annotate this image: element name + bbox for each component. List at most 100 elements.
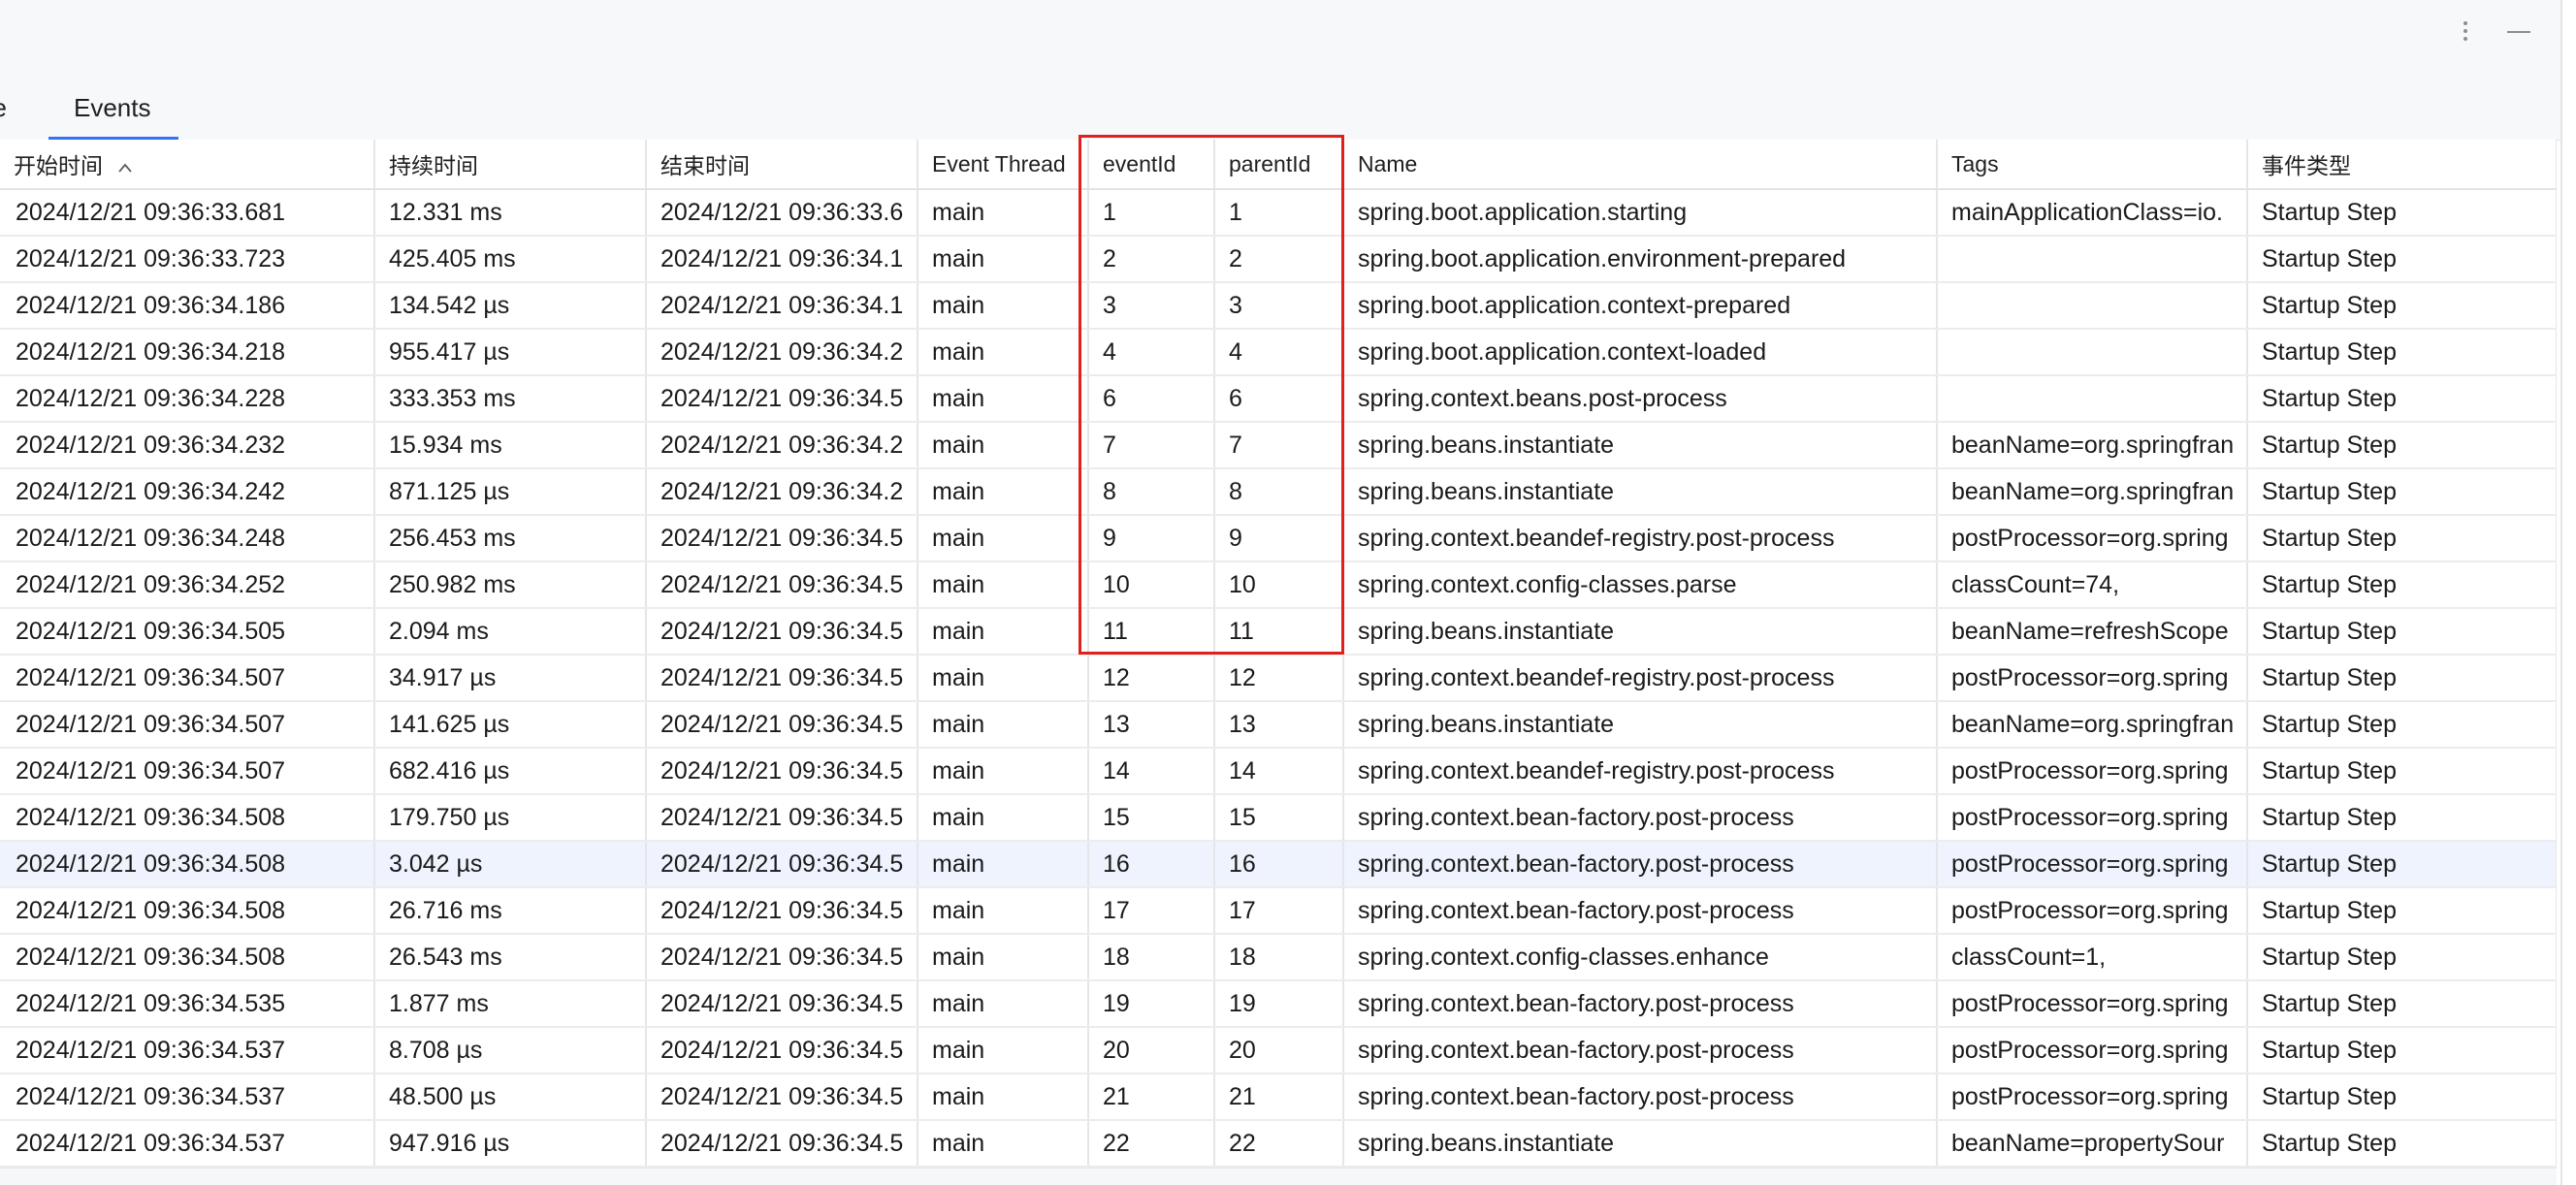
name-cell: spring.boot.application.context-prepared bbox=[1343, 282, 1938, 330]
end-time-cell: 2024/12/21 09:36:33.6 bbox=[646, 189, 918, 237]
vertical-scrollbar[interactable] bbox=[2560, 0, 2576, 1185]
column-header-tags[interactable]: Tags bbox=[1937, 140, 2248, 190]
column-header-start-time[interactable]: 开始时间 bbox=[0, 140, 375, 190]
name-cell: spring.beans.instantiate bbox=[1343, 1120, 1938, 1168]
start-time-cell: 2024/12/21 09:36:34.508 bbox=[0, 934, 375, 981]
start-time-cell: 2024/12/21 09:36:34.186 bbox=[0, 282, 375, 330]
table-row[interactable]: 2024/12/21 09:36:34.537 48.500 µs 2024/12/… bbox=[0, 1073, 2557, 1121]
parent-id-cell: 20 bbox=[1214, 1027, 1344, 1074]
event-id-cell: 15 bbox=[1088, 794, 1215, 842]
start-time-cell: 2024/12/21 09:36:34.508 bbox=[0, 841, 375, 888]
table-row[interactable]: 2024/12/21 09:36:34.507 141.625 µs 2024/12… bbox=[0, 701, 2557, 749]
table-row[interactable]: 2024/12/21 09:36:33.681 12.331 ms 2024/12/… bbox=[0, 189, 2557, 237]
start-time-cell: 2024/12/21 09:36:34.218 bbox=[0, 329, 375, 376]
horizontal-scrollbar[interactable] bbox=[0, 1168, 2557, 1185]
more-options-icon[interactable] bbox=[2456, 16, 2475, 47]
tab-events[interactable]: Events bbox=[48, 72, 178, 141]
event-thread-cell: main bbox=[918, 934, 1089, 981]
table-row[interactable]: 2024/12/21 09:36:34.537 8.708 µs 2024/12/2… bbox=[0, 1027, 2557, 1074]
table-row[interactable]: 2024/12/21 09:36:34.508 3.042 µs 2024/12/2… bbox=[0, 841, 2557, 888]
name-cell: spring.boot.application.context-loaded bbox=[1343, 329, 1938, 376]
event-thread-cell: main bbox=[918, 794, 1089, 842]
duration-cell: 955.417 µs bbox=[374, 329, 647, 376]
end-time-cell: 2024/12/21 09:36:34.5 bbox=[646, 934, 918, 981]
table-row[interactable]: 2024/12/21 09:36:34.228 333.353 ms 2024/12… bbox=[0, 375, 2557, 423]
column-header-label: Event Thread bbox=[932, 150, 1066, 176]
start-time-cell: 2024/12/21 09:36:34.232 bbox=[0, 422, 375, 469]
tags-cell: beanName=org.springfran bbox=[1937, 701, 2248, 749]
event-id-cell: 8 bbox=[1088, 468, 1215, 516]
event-type-cell: Startup Step bbox=[2247, 1073, 2557, 1121]
tags-cell: classCount=1, bbox=[1937, 934, 2248, 981]
table-row[interactable]: 2024/12/21 09:36:34.535 1.877 ms 2024/12/2… bbox=[0, 980, 2557, 1028]
tags-cell: classCount=74, bbox=[1937, 561, 2248, 609]
event-type-cell: Startup Step bbox=[2247, 841, 2557, 888]
end-time-cell: 2024/12/21 09:36:34.5 bbox=[646, 515, 918, 562]
tags-cell: beanName=propertySour bbox=[1937, 1120, 2248, 1168]
event-type-cell: Startup Step bbox=[2247, 701, 2557, 749]
event-id-cell: 20 bbox=[1088, 1027, 1215, 1074]
parent-id-cell: 10 bbox=[1214, 561, 1344, 609]
table-row[interactable]: 2024/12/21 09:36:34.242 871.125 µs 2024/12… bbox=[0, 468, 2557, 516]
table-row[interactable]: 2024/12/21 09:36:34.507 34.917 µs 2024/12/… bbox=[0, 655, 2557, 702]
table-row[interactable]: 2024/12/21 09:36:34.248 256.453 ms 2024/12… bbox=[0, 515, 2557, 562]
name-cell: spring.context.bean-factory.post-process bbox=[1343, 980, 1938, 1028]
column-header-parent-id[interactable]: parentId bbox=[1214, 140, 1344, 190]
duration-cell: 333.353 ms bbox=[374, 375, 647, 423]
event-type-cell: Startup Step bbox=[2247, 236, 2557, 283]
tab-timeline-label: ne bbox=[0, 93, 7, 122]
event-id-cell: 22 bbox=[1088, 1120, 1215, 1168]
duration-cell: 134.542 µs bbox=[374, 282, 647, 330]
event-type-cell: Startup Step bbox=[2247, 794, 2557, 842]
event-type-cell: Startup Step bbox=[2247, 1120, 2557, 1168]
parent-id-cell: 21 bbox=[1214, 1073, 1344, 1121]
start-time-cell: 2024/12/21 09:36:34.242 bbox=[0, 468, 375, 516]
column-header-end-time[interactable]: 结束时间 bbox=[646, 140, 918, 190]
event-id-cell: 11 bbox=[1088, 608, 1215, 656]
event-id-cell: 6 bbox=[1088, 375, 1215, 423]
event-type-cell: Startup Step bbox=[2247, 282, 2557, 330]
table-row[interactable]: 2024/12/21 09:36:34.505 2.094 ms 2024/12/2… bbox=[0, 608, 2557, 656]
column-header-duration[interactable]: 持续时间 bbox=[374, 140, 647, 190]
tags-cell: postProcessor=org.spring bbox=[1937, 794, 2248, 842]
table-row[interactable]: 2024/12/21 09:36:34.507 682.416 µs 2024/12… bbox=[0, 748, 2557, 795]
event-type-cell: Startup Step bbox=[2247, 608, 2557, 656]
end-time-cell: 2024/12/21 09:36:34.5 bbox=[646, 980, 918, 1028]
parent-id-cell: 8 bbox=[1214, 468, 1344, 516]
duration-cell: 179.750 µs bbox=[374, 794, 647, 842]
table-row[interactable]: 2024/12/21 09:36:34.252 250.982 ms 2024/12… bbox=[0, 561, 2557, 609]
duration-cell: 26.716 ms bbox=[374, 887, 647, 935]
table-row[interactable]: 2024/12/21 09:36:34.186 134.542 µs 2024/12… bbox=[0, 282, 2557, 330]
tags-cell: postProcessor=org.spring bbox=[1937, 748, 2248, 795]
tool-window-header bbox=[0, 0, 2560, 73]
end-time-cell: 2024/12/21 09:36:34.1 bbox=[646, 282, 918, 330]
column-header-event-thread[interactable]: Event Thread bbox=[918, 140, 1089, 190]
event-type-cell: Startup Step bbox=[2247, 748, 2557, 795]
start-time-cell: 2024/12/21 09:36:34.537 bbox=[0, 1027, 375, 1074]
table-row[interactable]: 2024/12/21 09:36:34.232 15.934 ms 2024/12/… bbox=[0, 422, 2557, 469]
tags-cell: postProcessor=org.spring bbox=[1937, 515, 2248, 562]
table-row[interactable]: 2024/12/21 09:36:34.537 947.916 µs 2024/12… bbox=[0, 1120, 2557, 1168]
column-header-event-type[interactable]: 事件类型 bbox=[2247, 140, 2557, 190]
table-row[interactable]: 2024/12/21 09:36:34.508 26.716 ms 2024/12/… bbox=[0, 887, 2557, 935]
event-thread-cell: main bbox=[918, 841, 1089, 888]
event-thread-cell: main bbox=[918, 329, 1089, 376]
end-time-cell: 2024/12/21 09:36:34.1 bbox=[646, 236, 918, 283]
start-time-cell: 2024/12/21 09:36:33.723 bbox=[0, 236, 375, 283]
minimize-icon[interactable] bbox=[2504, 19, 2533, 43]
duration-cell: 12.331 ms bbox=[374, 189, 647, 237]
name-cell: spring.boot.application.environment-prep… bbox=[1343, 236, 1938, 283]
tab-timeline[interactable]: ne bbox=[0, 72, 7, 140]
table-row[interactable]: 2024/12/21 09:36:34.508 26.543 ms 2024/12/… bbox=[0, 934, 2557, 981]
table-row[interactable]: 2024/12/21 09:36:33.723 425.405 ms 2024/12… bbox=[0, 236, 2557, 283]
end-time-cell: 2024/12/21 09:36:34.5 bbox=[646, 561, 918, 609]
column-header-label: eventId bbox=[1103, 150, 1176, 176]
parent-id-cell: 13 bbox=[1214, 701, 1344, 749]
table-row[interactable]: 2024/12/21 09:36:34.508 179.750 µs 2024/12… bbox=[0, 794, 2557, 842]
parent-id-cell: 7 bbox=[1214, 422, 1344, 469]
column-header-name[interactable]: Name bbox=[1343, 140, 1938, 190]
tab-events-label: Events bbox=[74, 93, 151, 122]
table-row[interactable]: 2024/12/21 09:36:34.218 955.417 µs 2024/12… bbox=[0, 329, 2557, 376]
column-header-event-id[interactable]: eventId bbox=[1088, 140, 1215, 190]
sort-ascending-icon bbox=[118, 163, 133, 173]
